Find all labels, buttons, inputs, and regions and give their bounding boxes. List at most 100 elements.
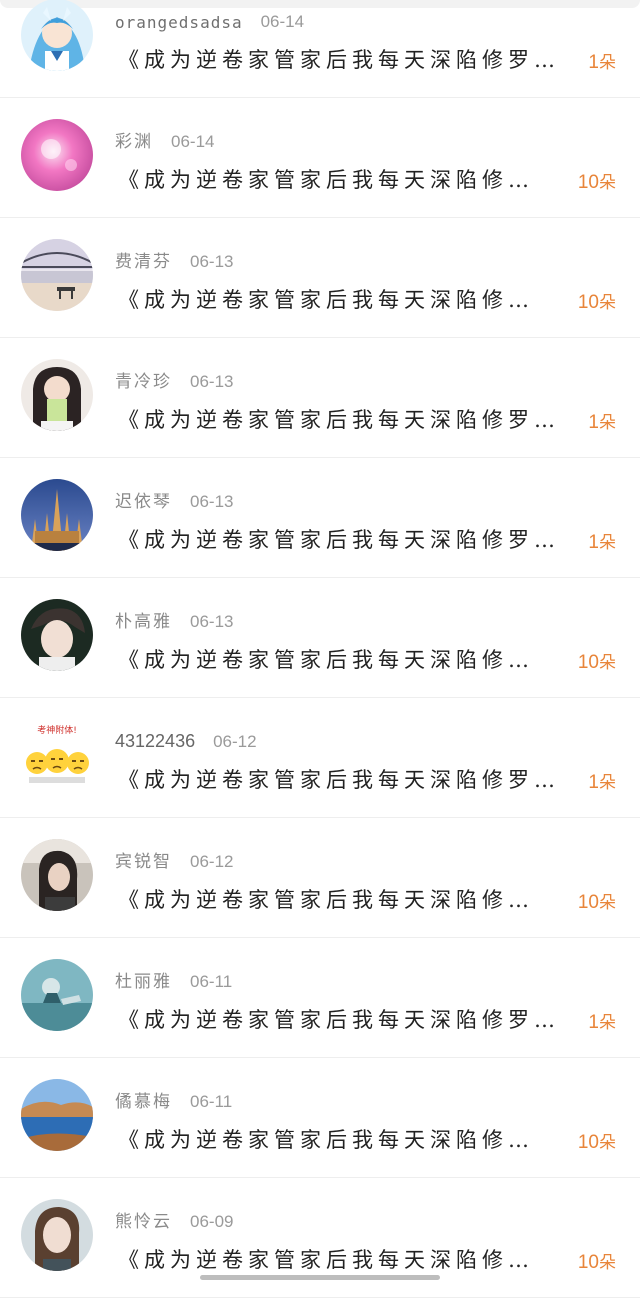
avatar[interactable]: [21, 479, 93, 551]
comment-meta: 青冷珍 06-13: [115, 366, 233, 392]
comment-row[interactable]: 熊怜云 06-09 《成为逆卷家管家后我每天深陷修… 10朵: [0, 1178, 640, 1298]
comment-text[interactable]: 《成为逆卷家管家后我每天深陷修…: [118, 284, 534, 314]
avatar-portrait-image: [21, 1199, 93, 1271]
avatar[interactable]: [21, 359, 93, 431]
gift-unit: 朵: [599, 53, 616, 73]
avatar-teal-scene-image: [21, 959, 93, 1031]
comment-meta: 僪慕梅 06-11: [115, 1086, 232, 1112]
avatar-bridge-bench-image: [21, 239, 93, 311]
flower-gift-count: 10朵: [578, 168, 616, 194]
comment-date: 06-12: [190, 852, 234, 871]
username[interactable]: orangedsadsa: [115, 13, 243, 32]
gift-unit: 朵: [599, 1133, 616, 1153]
comment-text[interactable]: 《成为逆卷家管家后我每天深陷修…: [118, 164, 534, 194]
comment-text[interactable]: 《成为逆卷家管家后我每天深陷修罗…: [118, 524, 560, 554]
comment-text[interactable]: 《成为逆卷家管家后我每天深陷修罗…: [118, 1004, 560, 1034]
gift-number: 10: [577, 172, 599, 193]
sticker-caption: 考神附体!: [37, 724, 77, 736]
comment-meta: 朴高雅 06-13: [115, 606, 233, 632]
username[interactable]: 费清芬: [115, 247, 172, 272]
avatar-emoji-sticker-image: 考神附体!: [21, 719, 93, 791]
comment-row[interactable]: 宾锐智 06-12 《成为逆卷家管家后我每天深陷修… 10朵: [0, 818, 640, 938]
comment-text[interactable]: 《成为逆卷家管家后我每天深陷修罗…: [118, 764, 560, 794]
avatar[interactable]: [21, 1199, 93, 1271]
comment-meta: 43122436 06-12: [115, 726, 257, 752]
home-indicator[interactable]: [200, 1275, 440, 1280]
flower-gift-count: 1朵: [588, 1008, 616, 1034]
comment-row[interactable]: 迟依琴 06-13 《成为逆卷家管家后我每天深陷修罗… 1朵: [0, 458, 640, 578]
gift-number: 1: [588, 412, 599, 433]
username[interactable]: 43122436: [115, 731, 195, 752]
comment-list[interactable]: orangedsadsa 06-14 《成为逆卷家管家后我每天深陷修罗… 1朵 …: [0, 0, 640, 1298]
comment-date: 06-12: [213, 732, 257, 751]
comment-row[interactable]: 青冷珍 06-13 《成为逆卷家管家后我每天深陷修罗… 1朵: [0, 338, 640, 458]
comment-date: 06-13: [190, 612, 234, 631]
comment-meta: 迟依琴 06-13: [115, 486, 233, 512]
comment-text[interactable]: 《成为逆卷家管家后我每天深陷修…: [118, 1124, 534, 1154]
gift-number: 10: [577, 652, 599, 673]
comment-text[interactable]: 《成为逆卷家管家后我每天深陷修…: [118, 1244, 534, 1274]
username[interactable]: 彩渊: [115, 127, 153, 152]
comment-date: 06-13: [190, 492, 234, 511]
comment-meta: 彩渊 06-14: [115, 126, 214, 152]
comment-row[interactable]: orangedsadsa 06-14 《成为逆卷家管家后我每天深陷修罗… 1朵: [0, 0, 640, 98]
gift-number: 1: [588, 532, 599, 553]
comment-date: 06-11: [190, 972, 233, 991]
gift-unit: 朵: [599, 413, 616, 433]
avatar[interactable]: [21, 599, 93, 671]
flower-gift-count: 10朵: [578, 648, 616, 674]
comment-row[interactable]: 杜丽雅 06-11 《成为逆卷家管家后我每天深陷修罗… 1朵: [0, 938, 640, 1058]
username[interactable]: 熊怜云: [115, 1207, 172, 1232]
flower-gift-count: 1朵: [588, 48, 616, 74]
gift-number: 1: [588, 52, 599, 73]
avatar[interactable]: [21, 119, 93, 191]
flower-gift-count: 1朵: [588, 408, 616, 434]
gift-unit: 朵: [599, 533, 616, 553]
username[interactable]: 杜丽雅: [115, 967, 172, 992]
avatar[interactable]: [21, 839, 93, 911]
comment-meta: 杜丽雅 06-11: [115, 966, 232, 992]
username[interactable]: 宾锐智: [115, 847, 172, 872]
avatar[interactable]: [21, 0, 93, 71]
avatar-portrait-image: [21, 839, 93, 911]
comment-text[interactable]: 《成为逆卷家管家后我每天深陷修…: [118, 644, 534, 674]
avatar-cathedral-image: [21, 479, 93, 551]
comment-row[interactable]: 彩渊 06-14 《成为逆卷家管家后我每天深陷修… 10朵: [0, 98, 640, 218]
avatar-girl-with-card-image: [21, 359, 93, 431]
comment-text[interactable]: 《成为逆卷家管家后我每天深陷修…: [118, 884, 534, 914]
avatar[interactable]: [21, 1079, 93, 1151]
comment-row[interactable]: 朴高雅 06-13 《成为逆卷家管家后我每天深陷修… 10朵: [0, 578, 640, 698]
comment-date: 06-11: [190, 1092, 233, 1111]
comment-text[interactable]: 《成为逆卷家管家后我每天深陷修罗…: [118, 44, 560, 74]
avatar-portrait-image: [21, 599, 93, 671]
gift-number: 10: [577, 892, 599, 913]
avatar-pink-abstract-image: [21, 119, 93, 191]
comment-date: 06-13: [190, 252, 234, 271]
avatar[interactable]: 考神附体!: [21, 719, 93, 791]
gift-unit: 朵: [599, 653, 616, 673]
gift-number: 1: [588, 772, 599, 793]
username[interactable]: 迟依琴: [115, 487, 172, 512]
comment-row[interactable]: 费清芬 06-13 《成为逆卷家管家后我每天深陷修… 10朵: [0, 218, 640, 338]
avatar[interactable]: [21, 959, 93, 1031]
comment-row[interactable]: 僪慕梅 06-11 《成为逆卷家管家后我每天深陷修… 10朵: [0, 1058, 640, 1178]
flower-gift-count: 10朵: [578, 1128, 616, 1154]
comment-meta: 宾锐智 06-12: [115, 846, 233, 872]
username[interactable]: 朴高雅: [115, 607, 172, 632]
gift-unit: 朵: [599, 293, 616, 313]
comment-date: 06-14: [171, 132, 215, 151]
gift-number: 10: [577, 1132, 599, 1153]
comment-meta: 熊怜云 06-09: [115, 1206, 233, 1232]
username[interactable]: 僪慕梅: [115, 1087, 172, 1112]
comment-row[interactable]: 考神附体! 43122436 06-12 《成为逆卷家管家后我每天深陷修罗… 1…: [0, 698, 640, 818]
gift-unit: 朵: [599, 773, 616, 793]
flower-gift-count: 10朵: [578, 1248, 616, 1274]
gift-unit: 朵: [599, 893, 616, 913]
flower-gift-count: 10朵: [578, 888, 616, 914]
gift-unit: 朵: [599, 173, 616, 193]
gift-number: 10: [577, 1252, 599, 1273]
username[interactable]: 青冷珍: [115, 367, 172, 392]
comment-text[interactable]: 《成为逆卷家管家后我每天深陷修罗…: [118, 404, 560, 434]
avatar[interactable]: [21, 239, 93, 311]
flower-gift-count: 10朵: [578, 288, 616, 314]
